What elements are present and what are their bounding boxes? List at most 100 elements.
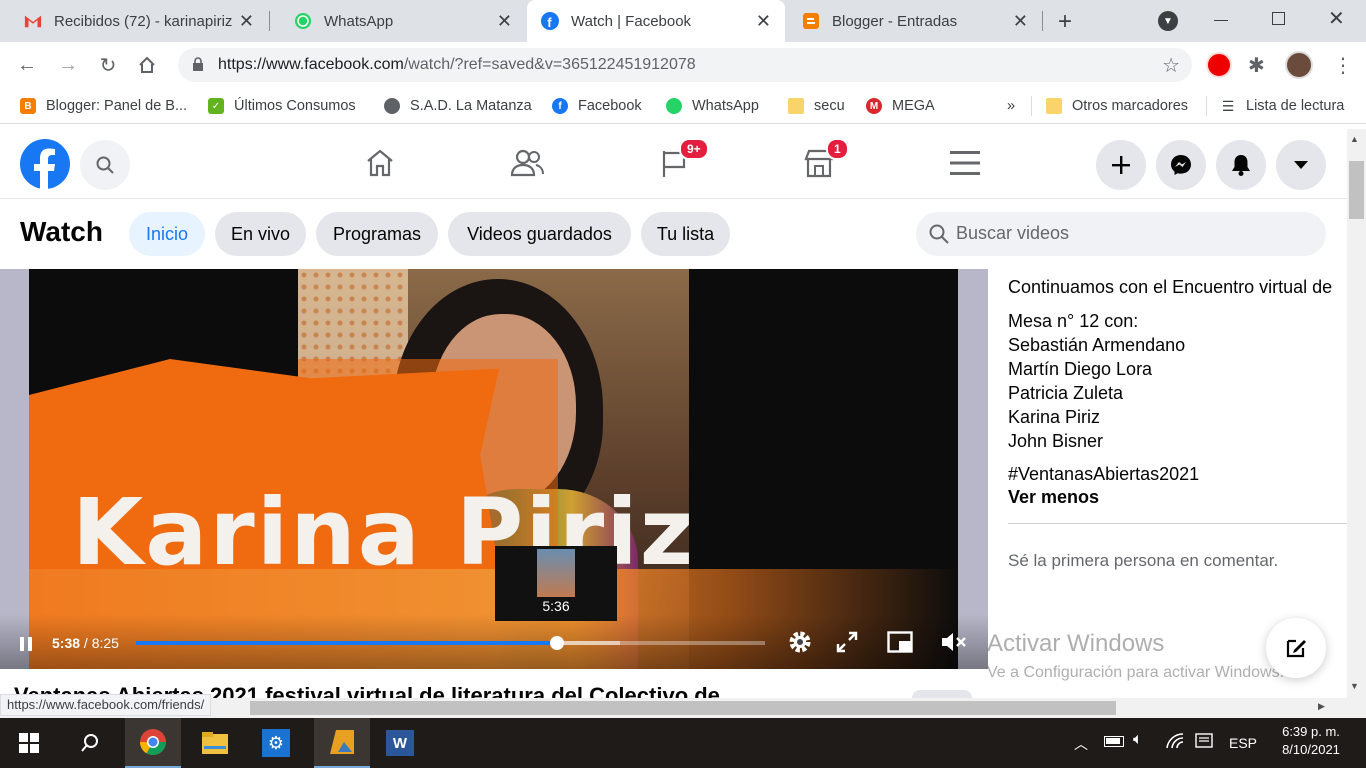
hashtag-link[interactable]: #VentanasAbiertas2021 [1008,464,1199,485]
close-icon[interactable]: ✕ [1013,11,1028,32]
tab-label: Watch | Facebook [571,12,692,30]
facebook-header: 9+ 1 [0,129,1347,199]
file-explorer-icon[interactable] [191,718,239,768]
bookmark-blogger[interactable]: B Blogger: Panel de B... [20,96,187,116]
bookmark-sad[interactable]: S.A.D. La Matanza [384,96,532,116]
tab-gmail[interactable]: Recibidos (72) - karinapiriz ✕ [0,0,268,42]
watch-header: Watch Inicio En vivo Programas Videos gu… [0,199,1347,269]
adblock-icon[interactable] [1206,52,1232,78]
mega-icon: M [866,98,882,114]
whatsapp-icon [666,98,682,114]
current-time: 5:38 [52,635,81,651]
bookmark-whatsapp[interactable]: WhatsApp [666,96,759,116]
bookmark-mega[interactable]: M MEGA [866,96,935,116]
address-bar[interactable]: https://www.facebook.com/watch/?ref=save… [178,48,1192,82]
fullscreen-icon[interactable] [836,631,858,658]
progress-handle[interactable] [549,636,564,650]
ime-icon[interactable] [1195,733,1213,756]
photos-app-icon[interactable] [314,718,370,768]
duration: 8:25 [91,635,119,651]
picture-in-picture-icon[interactable] [887,631,913,658]
hover-time: 5:36 [542,598,570,614]
settings-app-icon[interactable]: ⚙ [252,718,300,768]
participant: Martín Diego Lora [1008,359,1153,379]
scroll-up-arrow-icon[interactable]: ▲ [1350,134,1359,144]
notifications-bell-icon[interactable] [1216,140,1266,190]
tab-watch-facebook[interactable]: f Watch | Facebook ✕ [527,0,785,42]
scroll-down-arrow-icon[interactable]: ▼ [1350,681,1359,691]
tab-search-icon[interactable]: ▼ [1158,11,1178,31]
forward-arrow-icon[interactable]: → [55,52,81,78]
language-indicator[interactable]: ESP [1229,735,1257,751]
restore-button[interactable] [1272,12,1285,25]
bookmark-secu[interactable]: secu [788,96,845,116]
bookmark-label: secu [814,98,845,114]
star-icon[interactable]: ☆ [1162,53,1180,78]
close-icon[interactable]: ✕ [239,11,254,32]
search-icon[interactable] [80,140,130,190]
close-icon[interactable]: ✕ [756,11,771,32]
tab-blogger[interactable]: Blogger - Entradas ✕ [786,0,1042,42]
account-dropdown-icon[interactable] [1276,140,1326,190]
bookmark-consumos[interactable]: ✓ Últimos Consumos [208,96,356,116]
other-bookmarks[interactable]: Otros marcadores [1046,96,1188,116]
hover-preview: 5:36 [495,546,617,621]
avatar[interactable] [1285,51,1313,79]
bookmark-label: WhatsApp [692,98,759,114]
participant: Patricia Zuleta [1008,383,1124,403]
battery-icon[interactable] [1104,736,1124,747]
tab-inicio[interactable]: Inicio [129,212,205,256]
volume-icon[interactable]: 🔈︎ [1133,731,1143,749]
scrollbar-thumb[interactable] [1349,161,1364,219]
follow-button[interactable] [912,690,972,698]
tab-videos-guardados[interactable]: Videos guardados [448,212,631,256]
close-window-button[interactable]: ✕ [1328,6,1345,31]
vertical-scrollbar[interactable]: ▲ ▼ [1347,129,1366,698]
bookmark-label: Otros marcadores [1072,98,1189,114]
search-icon [929,224,949,249]
see-less-link[interactable]: Ver menos [1008,487,1099,508]
windows-start-icon[interactable] [5,718,53,768]
facebook-logo[interactable] [20,139,70,194]
progress-bar[interactable] [136,636,765,650]
hscroll-thumb[interactable] [250,701,1116,715]
messenger-icon[interactable] [1156,140,1206,190]
new-message-button[interactable] [1266,618,1326,678]
home-icon[interactable] [134,52,160,78]
menu-hamburger-icon[interactable] [945,143,985,183]
tab-tu-lista[interactable]: Tu lista [641,212,730,256]
pause-icon[interactable] [17,635,35,658]
scroll-right-arrow-icon[interactable]: ▶ [1318,701,1325,712]
tab-en-vivo[interactable]: En vivo [215,212,306,256]
bookmark-label: MEGA [892,98,935,114]
friends-icon[interactable] [507,143,547,183]
create-button[interactable] [1096,140,1146,190]
search-icon[interactable] [66,718,114,768]
reading-list[interactable]: ☰ Lista de lectura [1220,96,1345,116]
bookmark-facebook[interactable]: f Facebook [552,96,642,116]
comment-prompt: Sé la primera persona en comentar. [1008,551,1279,570]
menu-dots-icon[interactable]: ⋮ [1333,53,1353,78]
clock-date: 8/10/2021 [1282,742,1340,757]
video-player[interactable]: Karina Piriz 5:36 5:38 / 8:25 [0,269,988,669]
back-arrow-icon[interactable]: ← [14,52,40,78]
clock[interactable]: 6:39 p. m. 8/10/2021 [1276,724,1346,757]
blogger-icon [802,12,820,30]
wifi-icon[interactable] [1166,733,1184,754]
tab-whatsapp[interactable]: WhatsApp ✕ [270,0,526,42]
minimize-button[interactable] [1214,20,1228,21]
search-videos-input[interactable]: Buscar videos [916,212,1326,256]
chrome-taskbar-icon[interactable] [125,718,181,768]
bookmarks-overflow[interactable]: » [1007,96,1015,116]
close-icon[interactable]: ✕ [497,11,512,32]
word-icon[interactable]: W [376,718,424,768]
settings-gear-icon[interactable] [787,629,813,660]
tab-programas[interactable]: Programas [316,212,438,256]
extensions-icon[interactable]: ✱ [1248,53,1265,78]
home-icon[interactable] [360,143,400,183]
volume-muted-icon[interactable] [940,631,968,658]
new-tab-button[interactable]: + [1058,8,1072,36]
reload-icon[interactable]: ↻ [95,52,121,78]
chevron-up-icon[interactable]: ︿ [1074,734,1088,754]
description-mesa: Mesa n° 12 con: [1008,311,1139,331]
